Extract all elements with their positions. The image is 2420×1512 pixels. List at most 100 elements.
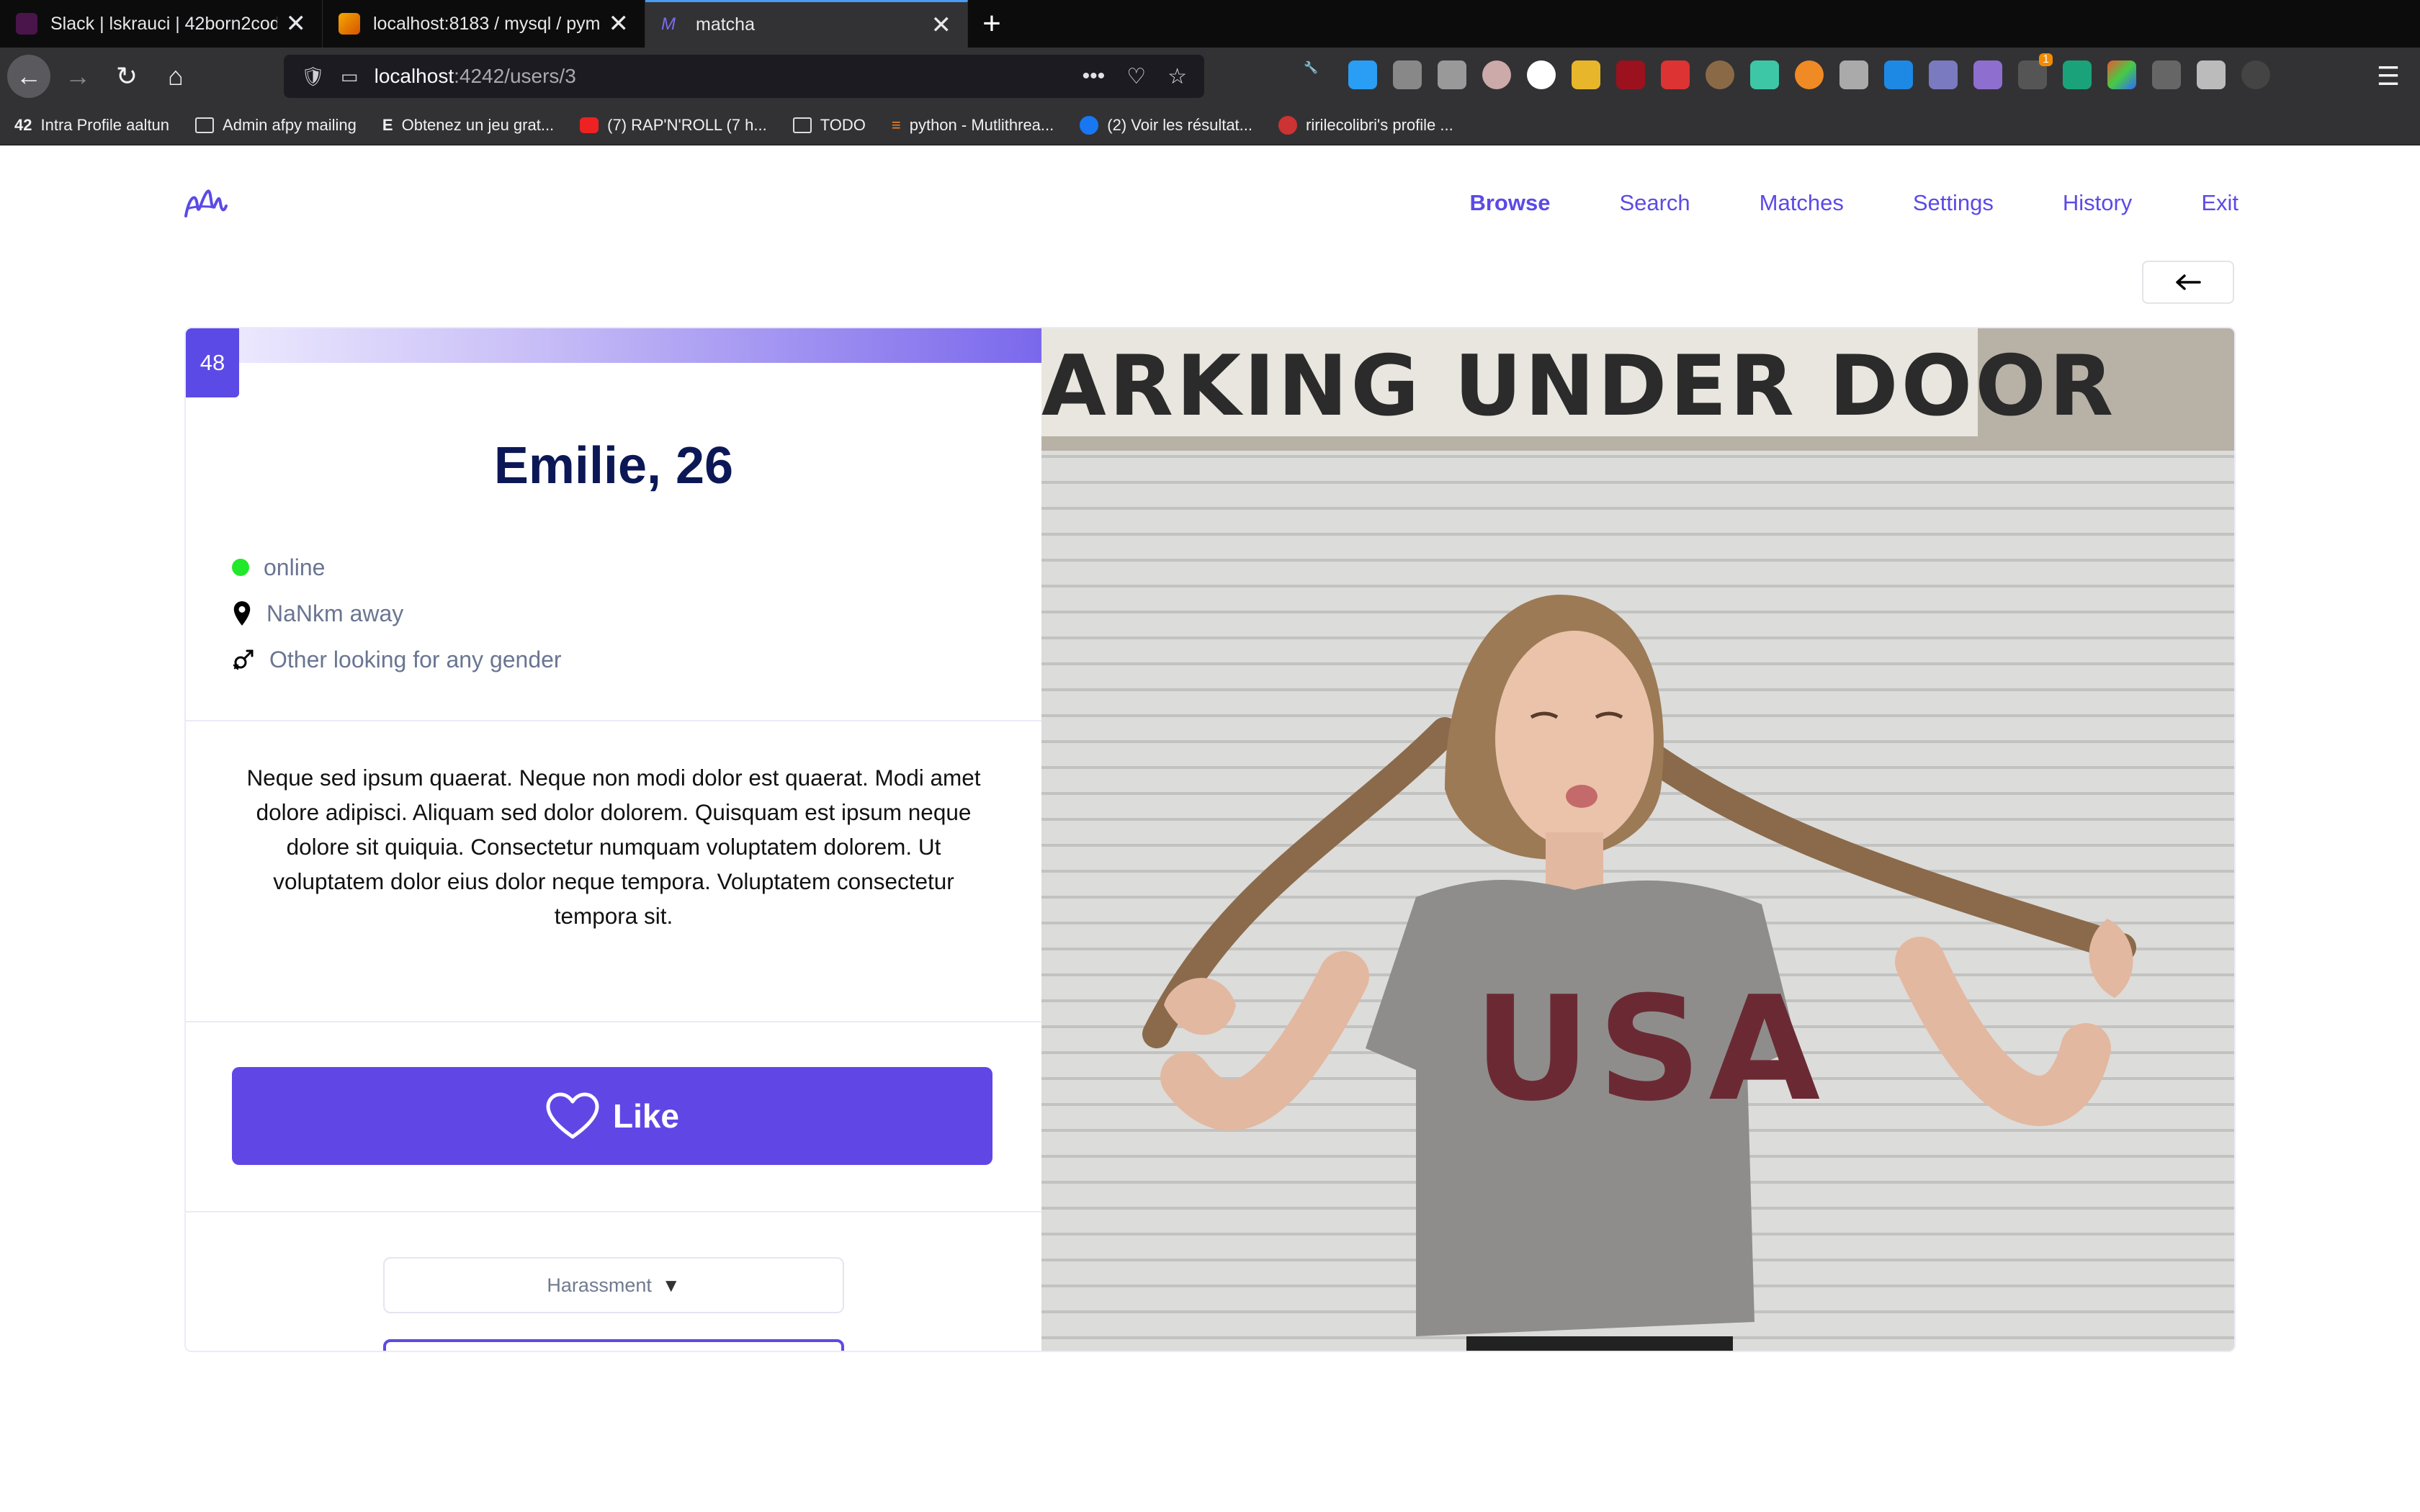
forward-button[interactable]: → — [56, 55, 99, 98]
facebook-icon — [1080, 115, 1099, 135]
extension-icon[interactable] — [1884, 60, 1913, 89]
like-label: Like — [612, 1097, 680, 1135]
slack-icon — [16, 13, 37, 35]
profile-photo-image: ARKING UNDER DOOR USA — [1041, 328, 2234, 1351]
orientation-text: Other looking for any gender — [269, 646, 562, 672]
folder-icon — [792, 117, 812, 133]
phpmyadmin-icon — [339, 13, 360, 35]
extension-icon[interactable] — [2063, 60, 2092, 89]
online-status-dot-icon — [232, 559, 249, 576]
browser-navigation-bar: ← → ↻ ⌂ 🛡 ▭ localhost:4242/users/3 ••• ♡… — [0, 48, 2420, 105]
browser-tab-strip: Slack | lskrauci | 42born2code ✕ localho… — [0, 0, 2420, 48]
arrow-left-icon — [2176, 274, 2201, 290]
extension-badge-icon[interactable]: 1 — [2018, 53, 2053, 89]
sidebar-icon[interactable] — [1438, 60, 1466, 89]
library-icon[interactable] — [1393, 60, 1422, 89]
bookmark-item[interactable]: ≡ python - Mutlithrea... — [892, 116, 1054, 135]
bookmark-item[interactable]: 42 Intra Profile aaltun — [14, 116, 169, 135]
back-button[interactable]: ← — [7, 55, 50, 98]
pocket-icon[interactable]: ♡ — [1126, 64, 1146, 89]
gender-symbol-icon — [233, 649, 254, 670]
hamburger-menu-icon[interactable]: ☰ — [2367, 55, 2410, 98]
extension-icon[interactable] — [1929, 60, 1958, 89]
dropdown-triangle-icon: ▼ — [661, 1274, 681, 1296]
shield-icon: 🛡 — [301, 65, 326, 87]
bookmark-label: (2) Voir les résultat... — [1107, 115, 1253, 134]
page-info-icon: ▭ — [341, 65, 359, 87]
profile-bio: Neque sed ipsum quaerat. Neque non modi … — [246, 765, 981, 929]
tab-title: Slack | lskrauci | 42born2code — [50, 13, 277, 34]
status-row: online — [232, 544, 562, 590]
nav-search[interactable]: Search — [1619, 190, 1690, 216]
bookmark-item[interactable]: Admin afpy mailing — [195, 116, 357, 135]
profile-card: 48 Emilie, 26 online NaNkm away Other lo… — [184, 327, 2236, 1352]
extension-icon[interactable] — [2107, 60, 2136, 89]
profile-info-panel: 48 Emilie, 26 online NaNkm away Other lo… — [186, 328, 1041, 1351]
extension-icon[interactable] — [2241, 60, 2270, 89]
extension-icon[interactable] — [1572, 60, 1600, 89]
profile-details: online NaNkm away Other looking for any … — [232, 544, 562, 683]
tab-matcha[interactable]: M matcha ✕ — [645, 0, 968, 48]
download-icon[interactable] — [1348, 60, 1377, 89]
more-actions-icon[interactable]: ••• — [1083, 64, 1106, 89]
bookmark-item[interactable]: ririlecolibri's profile ... — [1278, 115, 1453, 135]
bookmark-item[interactable]: TODO — [792, 116, 866, 135]
youtube-icon — [580, 117, 599, 133]
tab-slack[interactable]: Slack | lskrauci | 42born2code ✕ — [0, 0, 323, 48]
nav-settings[interactable]: Settings — [1913, 190, 1994, 216]
nav-exit[interactable]: Exit — [2201, 190, 2238, 216]
home-button[interactable]: ⌂ — [154, 55, 197, 98]
bookmark-item[interactable]: E Obtenez un jeu grat... — [382, 116, 554, 135]
reload-button[interactable]: ↻ — [105, 55, 148, 98]
extension-icon[interactable] — [2197, 60, 2226, 89]
github-icon[interactable] — [1527, 60, 1556, 89]
distance-text: NaNkm away — [266, 600, 404, 626]
report-reason-select[interactable]: Harassment ▼ — [383, 1257, 844, 1313]
report-button[interactable] — [383, 1339, 844, 1351]
close-icon[interactable]: ✕ — [931, 11, 952, 40]
distance-row: NaNkm away — [232, 590, 562, 636]
extension-icon[interactable] — [1706, 60, 1734, 89]
status-text: online — [264, 554, 326, 580]
tab-pymatcha[interactable]: localhost:8183 / mysql / pymatcha ✕ — [323, 0, 645, 48]
url-path: :4242/users/3 — [454, 65, 576, 87]
ublock-icon[interactable] — [1616, 60, 1645, 89]
extension-icon[interactable] — [1839, 60, 1868, 89]
bookmark-item[interactable]: (2) Voir les résultat... — [1080, 115, 1253, 135]
nav-matches[interactable]: Matches — [1760, 190, 1844, 216]
nav-history[interactable]: History — [2063, 190, 2132, 216]
bookmark-label: ririlecolibri's profile ... — [1306, 115, 1453, 134]
bookmarks-toolbar: 42 Intra Profile aaltun Admin afpy mailin… — [0, 105, 2420, 145]
close-icon[interactable]: ✕ — [609, 9, 629, 38]
account-avatar-icon[interactable] — [1482, 60, 1511, 89]
card-gradient-bar — [186, 328, 1041, 363]
extension-icon[interactable] — [1661, 60, 1690, 89]
extension-icon[interactable] — [2152, 60, 2181, 89]
matcha-logo[interactable] — [183, 184, 228, 228]
extension-icon[interactable] — [1750, 60, 1779, 89]
42-logo-icon: 42 — [14, 115, 32, 134]
bookmark-star-icon[interactable]: ☆ — [1168, 64, 1187, 89]
back-arrow-button[interactable] — [2142, 261, 2234, 304]
extension-icon[interactable] — [1973, 60, 2002, 89]
address-bar[interactable]: 🛡 ▭ localhost:4242/users/3 ••• ♡ ☆ — [284, 55, 1204, 98]
divider — [186, 1021, 1041, 1022]
divider — [186, 720, 1041, 721]
tab-title: localhost:8183 / mysql / pymatcha — [373, 13, 600, 34]
like-button[interactable]: Like — [232, 1067, 992, 1165]
nav-browse[interactable]: Browse — [1469, 190, 1550, 216]
bookmark-item[interactable]: (7) RAP'N'ROLL (7 h... — [580, 116, 767, 135]
bookmark-label: python - Mutlithrea... — [909, 115, 1054, 134]
badge-count: 1 — [2039, 53, 2053, 66]
matcha-logo-icon — [184, 189, 228, 217]
orientation-row: Other looking for any gender — [232, 636, 562, 683]
map-pin-icon — [233, 601, 251, 626]
folder-icon — [195, 117, 215, 133]
main-nav: Browse Search Matches Settings History E… — [1469, 190, 2238, 216]
extension-icon[interactable] — [1795, 60, 1824, 89]
new-tab-button[interactable]: + — [968, 0, 1016, 48]
url-host: localhost — [374, 65, 454, 87]
wrench-icon[interactable]: 🔧 — [1304, 60, 1332, 89]
close-icon[interactable]: ✕ — [286, 9, 307, 38]
profile-name-age: Emilie, 26 — [493, 437, 734, 495]
